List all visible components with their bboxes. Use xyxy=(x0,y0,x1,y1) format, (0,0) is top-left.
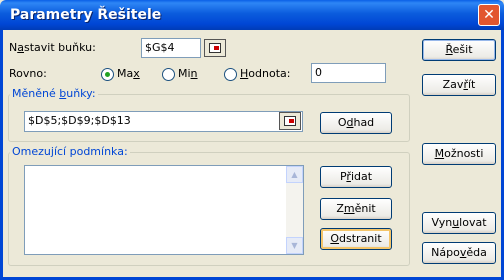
min-label[interactable]: Min xyxy=(178,67,198,80)
min-radio[interactable] xyxy=(162,68,175,81)
max-radio[interactable] xyxy=(101,68,114,81)
close-button[interactable]: Zavřít xyxy=(422,74,496,96)
change-constraint-button[interactable]: Změnit xyxy=(320,198,392,220)
help-button[interactable]: Nápověda xyxy=(422,242,496,264)
target-cell-collapse-button[interactable] xyxy=(204,39,226,57)
value-input[interactable]: 0 xyxy=(311,63,386,83)
collapse-dialog-icon xyxy=(284,116,296,126)
guess-button[interactable]: Odhad xyxy=(320,112,392,134)
scroll-down-icon[interactable]: ▼ xyxy=(286,237,303,254)
changing-cells-label: Měněné buňky: xyxy=(10,87,98,100)
solver-parameters-dialog: Parametry Řešitele ✕ Nastavit buňku: $G$… xyxy=(0,0,504,280)
changing-cells-collapse-button[interactable] xyxy=(279,112,301,130)
options-button[interactable]: Možnosti xyxy=(422,143,496,165)
delete-constraint-button[interactable]: Odstranit xyxy=(320,228,392,250)
equal-to-label: Rovno: xyxy=(9,67,47,80)
changing-cells-input[interactable]: $D$5;$D$9;$D$13 xyxy=(24,111,303,132)
close-window-button[interactable]: ✕ xyxy=(478,4,500,26)
window-title: Parametry Řešitele xyxy=(10,7,162,23)
reset-all-button[interactable]: Vynulovat xyxy=(422,212,496,234)
collapse-dialog-icon xyxy=(209,43,221,53)
constraints-scrollbar[interactable]: ▲ ▼ xyxy=(286,166,303,254)
title-bar[interactable]: Parametry Řešitele ✕ xyxy=(0,0,504,30)
max-label[interactable]: Max xyxy=(117,67,140,80)
close-icon: ✕ xyxy=(483,7,495,23)
constraints-list[interactable]: ▲ ▼ xyxy=(24,165,304,255)
constraints-label: Omezující podmínka: xyxy=(10,145,130,158)
value-label[interactable]: Hodnota: xyxy=(240,67,290,80)
scroll-up-icon[interactable]: ▲ xyxy=(286,166,303,183)
add-constraint-button[interactable]: Přidat xyxy=(320,166,392,188)
solve-button[interactable]: Řešit xyxy=(422,39,496,61)
target-cell-input[interactable]: $G$4 xyxy=(141,38,201,58)
value-radio[interactable] xyxy=(224,68,237,81)
target-cell-label: Nastavit buňku: xyxy=(9,41,96,54)
